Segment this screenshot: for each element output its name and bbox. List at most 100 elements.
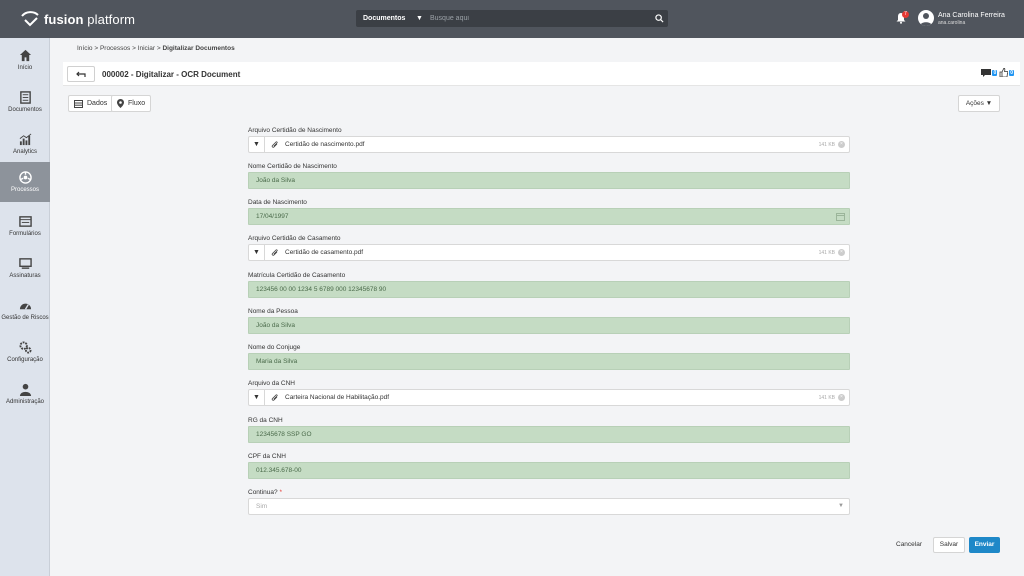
nome-certidao-field[interactable]: João da Silva xyxy=(248,172,850,189)
sidebar-item-administracao[interactable]: Administração xyxy=(0,374,50,414)
field-label: Matrícula Certidão de Casamento xyxy=(248,272,346,279)
remove-file-icon[interactable]: × xyxy=(838,394,845,401)
field-label: Data de Nascimento xyxy=(248,199,307,206)
data-nascimento-field[interactable]: 17/04/1997 xyxy=(248,208,850,225)
nome-conjuge-field[interactable]: Maria da Silva xyxy=(248,353,850,370)
tab-dados[interactable]: Dados xyxy=(68,95,114,112)
file-field-certidao-casamento[interactable]: ▼ Certidão de casamento.pdf 141 KB × xyxy=(248,244,850,261)
process-icon xyxy=(18,170,32,184)
file-name[interactable]: Certidão de nascimento.pdf xyxy=(285,141,365,148)
sidebar-item-label: Analytics xyxy=(12,148,37,155)
paperclip-icon xyxy=(271,394,278,401)
signature-icon xyxy=(18,257,32,269)
sidebar-item-processos[interactable]: Processos xyxy=(0,162,50,202)
nome-pessoa-field[interactable]: João da Silva xyxy=(248,317,850,334)
field-label: Arquivo da CNH xyxy=(248,380,295,387)
back-button[interactable] xyxy=(67,66,95,82)
app-logo[interactable]: fusion platform xyxy=(20,10,135,28)
sidebar-item-configuracao[interactable]: Configuração xyxy=(0,332,50,372)
sidebar-item-documentos[interactable]: Documentos xyxy=(0,82,50,122)
field-label: Arquivo Certidão de Casamento xyxy=(248,235,341,242)
file-field-cnh[interactable]: ▼ Carteira Nacional de Habilitação.pdf 1… xyxy=(248,389,850,406)
sidebar-item-analytics[interactable]: Analytics xyxy=(0,124,50,164)
sidebar-item-label: Processos xyxy=(10,186,39,193)
user-name[interactable]: Ana Carolina Ferreira xyxy=(938,12,1005,19)
comments-count: 0 xyxy=(992,69,998,76)
comment-icon xyxy=(981,68,992,77)
page-title: 000002 - Digitalizar - OCR Document xyxy=(102,70,241,79)
sidebar-item-gestao-riscos[interactable]: Gestão de Riscos xyxy=(0,290,50,330)
fusion-logo-icon xyxy=(21,11,39,27)
file-size: 141 KB xyxy=(818,250,835,256)
user-avatar-icon xyxy=(920,13,932,26)
required-marker: * xyxy=(279,489,282,496)
field-label: CPF da CNH xyxy=(248,453,286,460)
sidebar-item-label: Documentos xyxy=(8,106,42,113)
search-category[interactable]: Documentos xyxy=(356,15,416,22)
back-arrow-icon xyxy=(76,71,86,77)
caret-down-icon: ▼ xyxy=(838,503,844,509)
tab-fluxo[interactable]: Fluxo xyxy=(111,95,152,112)
field-label: Nome da Pessoa xyxy=(248,308,298,315)
rg-field[interactable]: 12345678 SSP GO xyxy=(248,426,850,443)
sidebar-item-assinaturas[interactable]: Assinaturas xyxy=(0,248,50,288)
cpf-field[interactable]: 012.345.678-00 xyxy=(248,462,850,479)
thumbs-up-icon xyxy=(999,68,1009,77)
global-search: Documentos ▼ xyxy=(356,10,668,27)
send-button[interactable]: Enviar xyxy=(969,537,1000,553)
analytics-icon xyxy=(19,133,31,145)
file-size: 141 KB xyxy=(818,395,835,401)
file-menu-toggle[interactable]: ▼ xyxy=(249,390,265,405)
field-label: Nome do Conjuge xyxy=(248,344,301,351)
breadcrumb-current: Digitalizar Documentos xyxy=(162,45,235,52)
sidebar: Início Documentos Analytics Processos Fo… xyxy=(0,38,50,576)
sidebar-item-label: Configuração xyxy=(7,356,43,363)
caret-down-icon: ▼ xyxy=(985,100,993,107)
page-header: 000002 - Digitalizar - OCR Document 0 0 xyxy=(63,62,1020,86)
breadcrumb: Início > Processos > Iniciar > Digitaliz… xyxy=(77,45,235,52)
breadcrumb-path[interactable]: Início > Processos > Iniciar > xyxy=(77,45,162,52)
sidebar-item-label: Assinaturas xyxy=(9,272,41,279)
header-indicators: 0 0 xyxy=(981,68,1014,77)
file-name[interactable]: Certidão de casamento.pdf xyxy=(285,249,363,256)
remove-file-icon[interactable]: × xyxy=(838,249,845,256)
search-input[interactable] xyxy=(424,10,650,27)
actions-dropdown[interactable]: Ações ▼ xyxy=(958,95,1000,112)
calendar-icon[interactable] xyxy=(836,212,845,221)
file-size: 141 KB xyxy=(818,142,835,148)
cancel-button[interactable]: Cancelar xyxy=(896,537,922,553)
remove-file-icon[interactable]: × xyxy=(838,141,845,148)
continua-select[interactable]: Sim ▼ xyxy=(248,498,850,515)
likes-count: 0 xyxy=(1009,69,1014,76)
gears-icon xyxy=(18,340,32,354)
paperclip-icon xyxy=(271,249,278,256)
table-icon xyxy=(74,99,83,108)
sidebar-item-label: Formulários xyxy=(9,230,41,237)
file-menu-toggle[interactable]: ▼ xyxy=(249,137,265,152)
save-button[interactable]: Salvar xyxy=(933,537,965,553)
map-pin-icon xyxy=(117,99,124,108)
file-name[interactable]: Carteira Nacional de Habilitação.pdf xyxy=(285,394,389,401)
sidebar-item-formularios[interactable]: Formulários xyxy=(0,206,50,246)
form-icon xyxy=(18,215,32,227)
home-icon xyxy=(19,49,31,61)
top-bar: fusion platform Documentos ▼ 7 Ana Carol… xyxy=(0,0,1024,38)
comments-indicator[interactable]: 0 xyxy=(981,68,998,77)
field-label: Continua? * xyxy=(248,489,282,496)
sidebar-item-inicio[interactable]: Início xyxy=(0,40,50,80)
field-label: RG da CNH xyxy=(248,417,283,424)
file-menu-toggle[interactable]: ▼ xyxy=(249,245,265,260)
field-label: Arquivo Certidão de Nascimento xyxy=(248,127,342,134)
avatar[interactable] xyxy=(918,10,934,26)
date-value: 17/04/1997 xyxy=(256,213,289,220)
likes-indicator[interactable]: 0 xyxy=(999,68,1014,77)
file-field-certidao-nascimento[interactable]: ▼ Certidão de nascimento.pdf 141 KB × xyxy=(248,136,850,153)
tab-label: Dados xyxy=(87,100,108,107)
sidebar-item-label: Administração xyxy=(5,398,44,405)
document-icon xyxy=(19,90,31,104)
search-icon[interactable] xyxy=(650,10,668,27)
caret-down-icon[interactable]: ▼ xyxy=(416,15,424,22)
actions-label: Ações xyxy=(965,100,984,107)
user-icon xyxy=(19,383,31,396)
matricula-field[interactable]: 123456 00 00 1234 5 6789 000 12345678 90 xyxy=(248,281,850,298)
